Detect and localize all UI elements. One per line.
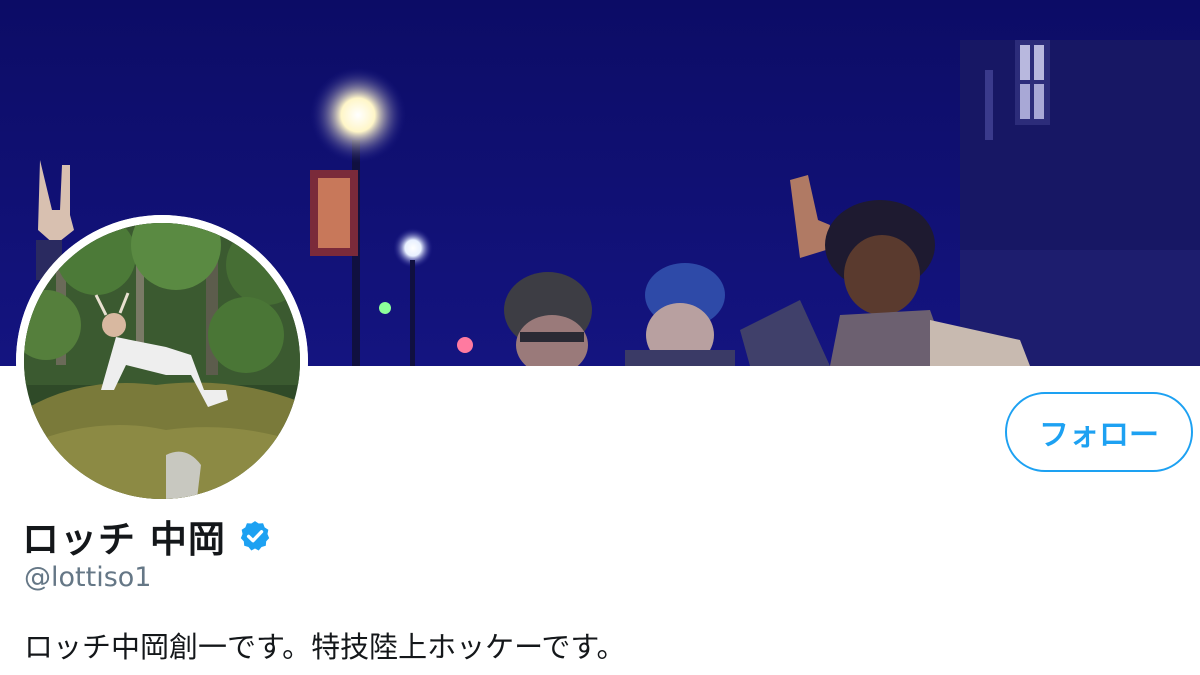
follow-button-label: フォロー: [1039, 418, 1159, 453]
profile-page: フォロー ロッチ 中岡 @lottiso1 ロッチ中岡創一です。特技陸上ホッケー…: [0, 0, 1200, 675]
profile-display-name: ロッチ 中岡: [22, 518, 226, 561]
profile-handle: @lottiso1: [24, 562, 152, 593]
profile-name-row: ロッチ 中岡: [22, 508, 272, 564]
verified-badge-icon: [238, 519, 272, 553]
follow-button[interactable]: フォロー: [1005, 392, 1193, 472]
profile-avatar[interactable]: [16, 215, 308, 507]
profile-bio: ロッチ中岡創一です。特技陸上ホッケーです。: [24, 630, 626, 664]
